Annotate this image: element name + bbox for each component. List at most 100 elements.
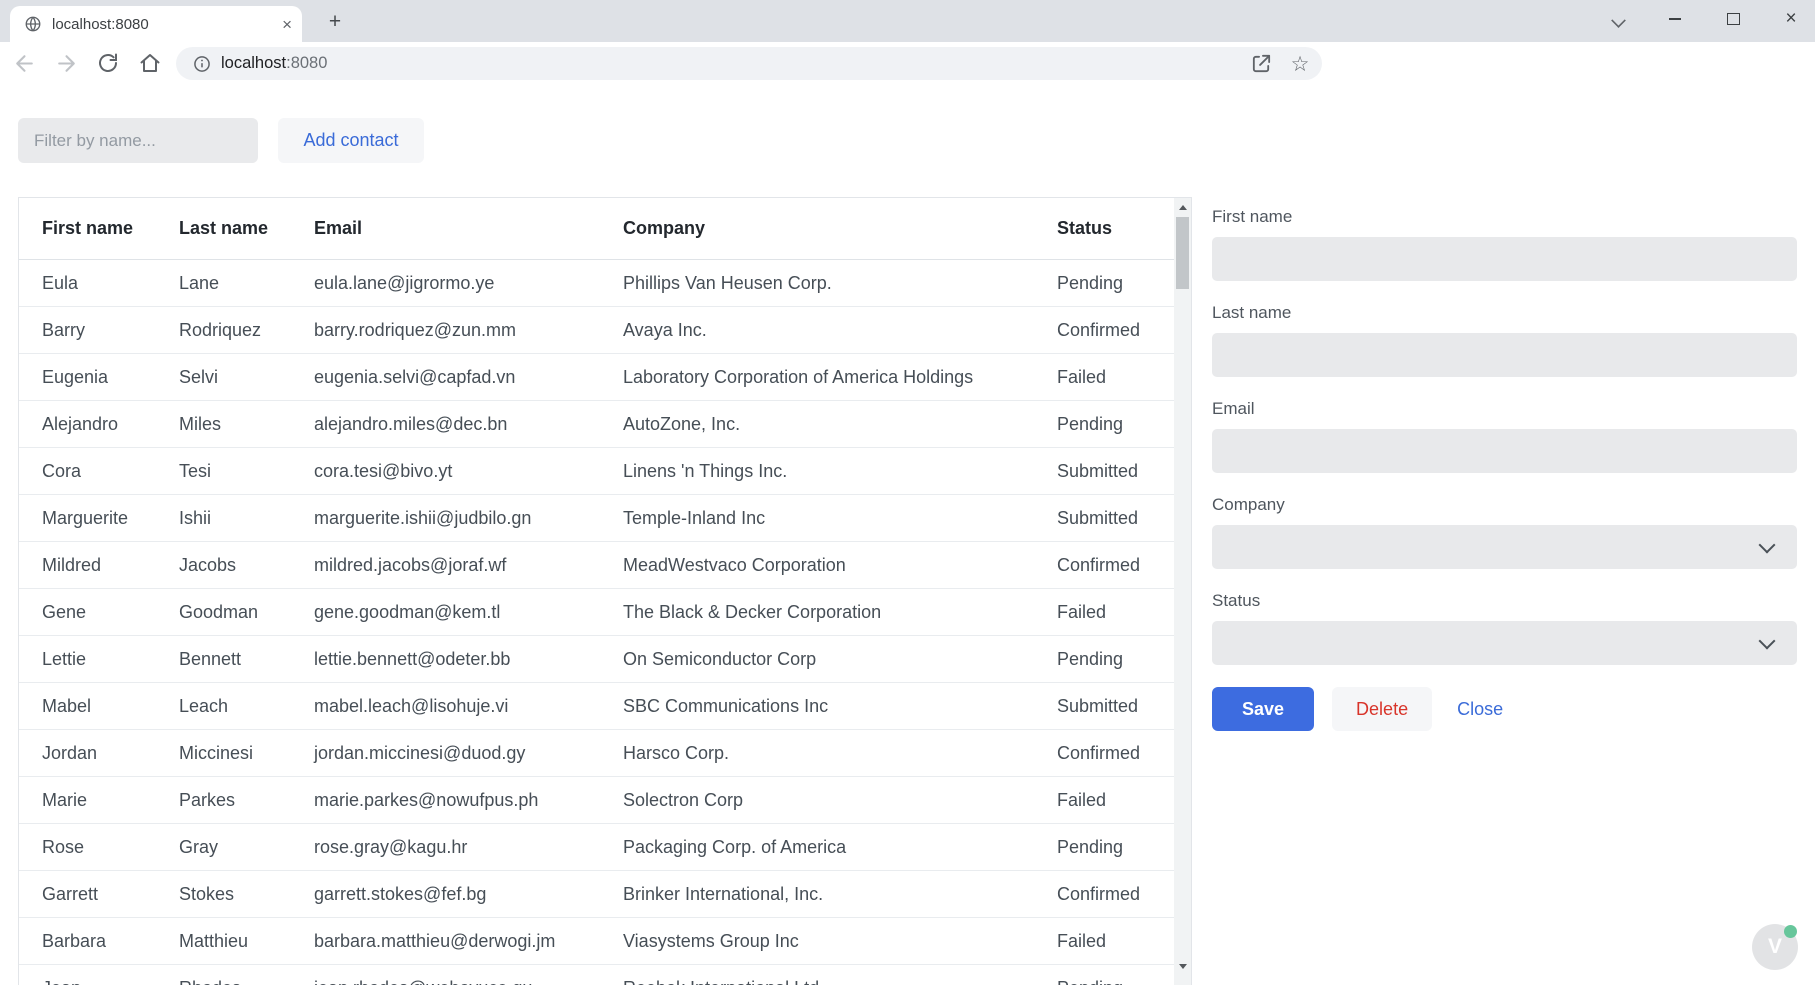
- scrollbar-up-arrow-icon[interactable]: [1179, 205, 1187, 210]
- table-cell: alejandro.miles@dec.bn: [291, 401, 600, 448]
- table-cell: Parkes: [156, 777, 291, 824]
- table-cell: Pending: [1034, 401, 1176, 448]
- scrollbar-down-arrow-icon[interactable]: [1179, 964, 1187, 969]
- new-tab-button[interactable]: +: [322, 9, 348, 35]
- table-cell: Garrett: [19, 871, 156, 918]
- table-cell: SBC Communications Inc: [600, 683, 1034, 730]
- table-cell: On Semiconductor Corp: [600, 636, 1034, 683]
- table-cell: Failed: [1034, 589, 1176, 636]
- first-name-field[interactable]: [1212, 237, 1797, 281]
- table-cell: MeadWestvaco Corporation: [600, 542, 1034, 589]
- address-bar[interactable]: localhost:8080 ☆: [176, 47, 1322, 80]
- table-cell: Pending: [1034, 965, 1176, 985]
- table-cell: Tesi: [156, 448, 291, 495]
- column-header: Email: [291, 198, 600, 260]
- table-cell: Pending: [1034, 824, 1176, 871]
- table-row[interactable]: EulaLaneeula.lane@jigrormo.yePhillips Va…: [19, 260, 1176, 307]
- form-group: Company: [1212, 495, 1797, 569]
- tab-close-icon[interactable]: ×: [282, 16, 292, 33]
- close-button[interactable]: Close: [1457, 687, 1503, 731]
- table-cell: Barbara: [19, 918, 156, 965]
- browser-window: localhost:8080 × + × localhost:80: [0, 0, 1815, 985]
- table-cell: jordan.miccinesi@duod.gy: [291, 730, 600, 777]
- table-cell: Cora: [19, 448, 156, 495]
- table-cell: Alejandro: [19, 401, 156, 448]
- tab-strip: localhost:8080 × + ×: [0, 0, 1815, 42]
- table-row[interactable]: LettieBennettlettie.bennett@odeter.bbOn …: [19, 636, 1176, 683]
- share-icon[interactable]: [1250, 52, 1274, 76]
- chevron-down-icon: [1759, 537, 1776, 554]
- table-cell: Rodriquez: [156, 307, 291, 354]
- vue-logo-glyph: V: [1768, 935, 1782, 959]
- table-cell: Rhodes: [156, 965, 291, 985]
- table-cell: Temple-Inland Inc: [600, 495, 1034, 542]
- url-text: localhost:8080: [221, 54, 327, 73]
- window-maximize-button[interactable]: [1710, 0, 1756, 38]
- table-cell: lettie.bennett@odeter.bb: [291, 636, 600, 683]
- last-name-field[interactable]: [1212, 333, 1797, 377]
- company-select[interactable]: [1212, 525, 1797, 569]
- bookmark-star-icon[interactable]: ☆: [1288, 52, 1312, 76]
- table-row[interactable]: MildredJacobsmildred.jacobs@joraf.wfMead…: [19, 542, 1176, 589]
- table-cell: Confirmed: [1034, 307, 1176, 354]
- table-row[interactable]: JordanMiccinesijordan.miccinesi@duod.gyH…: [19, 730, 1176, 777]
- table-cell: barry.rodriquez@zun.mm: [291, 307, 600, 354]
- table-cell: Lettie: [19, 636, 156, 683]
- table-row[interactable]: CoraTesicora.tesi@bivo.ytLinens 'n Thing…: [19, 448, 1176, 495]
- table-cell: Packaging Corp. of America: [600, 824, 1034, 871]
- scrollbar-thumb[interactable]: [1176, 217, 1189, 289]
- browser-tab[interactable]: localhost:8080 ×: [10, 6, 302, 42]
- table-row[interactable]: MargueriteIshiimarguerite.ishii@judbilo.…: [19, 495, 1176, 542]
- table-cell: Brinker International, Inc.: [600, 871, 1034, 918]
- table-cell: Failed: [1034, 354, 1176, 401]
- table-cell: jean.rhodes@wehovuce.gu: [291, 965, 600, 985]
- field-label: First name: [1212, 207, 1797, 227]
- table-cell: garrett.stokes@fef.bg: [291, 871, 600, 918]
- table-row[interactable]: MabelLeachmabel.leach@lisohuje.viSBC Com…: [19, 683, 1176, 730]
- table-cell: Stokes: [156, 871, 291, 918]
- table-cell: Failed: [1034, 777, 1176, 824]
- tab-title: localhost:8080: [52, 16, 272, 33]
- table-row[interactable]: GeneGoodmangene.goodman@kem.tlThe Black …: [19, 589, 1176, 636]
- table-row[interactable]: GarrettStokesgarrett.stokes@fef.bgBrinke…: [19, 871, 1176, 918]
- table-row[interactable]: EugeniaSelvieugenia.selvi@capfad.vnLabor…: [19, 354, 1176, 401]
- table-row[interactable]: MarieParkesmarie.parkes@nowufpus.phSolec…: [19, 777, 1176, 824]
- table-cell: Pending: [1034, 636, 1176, 683]
- home-icon[interactable]: [138, 51, 164, 77]
- table-cell: Submitted: [1034, 495, 1176, 542]
- page-content: Add contact First nameLast nameEmailComp…: [0, 85, 1815, 985]
- form-group: Last name: [1212, 303, 1797, 377]
- table-cell: Submitted: [1034, 683, 1176, 730]
- table-cell: Eula: [19, 260, 156, 307]
- table-cell: marie.parkes@nowufpus.ph: [291, 777, 600, 824]
- window-minimize-button[interactable]: [1652, 0, 1698, 38]
- table-cell: gene.goodman@kem.tl: [291, 589, 600, 636]
- table-row[interactable]: BarryRodriquezbarry.rodriquez@zun.mmAvay…: [19, 307, 1176, 354]
- tab-search-chevron-icon[interactable]: [1611, 13, 1626, 28]
- table-row[interactable]: AlejandroMilesalejandro.miles@dec.bnAuto…: [19, 401, 1176, 448]
- column-header: Company: [600, 198, 1034, 260]
- table-cell: Goodman: [156, 589, 291, 636]
- filter-input[interactable]: [18, 118, 258, 163]
- back-icon[interactable]: [12, 51, 38, 77]
- column-header: Last name: [156, 198, 291, 260]
- field-label: Status: [1212, 591, 1797, 611]
- table-cell: rose.gray@kagu.hr: [291, 824, 600, 871]
- table-row[interactable]: JeanRhodesjean.rhodes@wehovuce.guReebok …: [19, 965, 1176, 985]
- table-row[interactable]: RoseGrayrose.gray@kagu.hrPackaging Corp.…: [19, 824, 1176, 871]
- table-cell: Viasystems Group Inc: [600, 918, 1034, 965]
- table-cell: Phillips Van Heusen Corp.: [600, 260, 1034, 307]
- status-select[interactable]: [1212, 621, 1797, 665]
- contacts-table-header-row: First nameLast nameEmailCompanyStatus: [19, 198, 1176, 260]
- window-close-button[interactable]: ×: [1768, 0, 1814, 38]
- forward-icon[interactable]: [54, 51, 80, 77]
- site-info-icon[interactable]: [192, 54, 212, 74]
- delete-button[interactable]: Delete: [1332, 687, 1432, 731]
- contact-form-buttons: Save Delete Close: [1212, 687, 1797, 731]
- save-button[interactable]: Save: [1212, 687, 1314, 731]
- email-field[interactable]: [1212, 429, 1797, 473]
- table-scrollbar[interactable]: [1174, 198, 1191, 985]
- add-contact-button[interactable]: Add contact: [278, 118, 424, 163]
- reload-icon[interactable]: [96, 51, 122, 77]
- table-row[interactable]: BarbaraMatthieubarbara.matthieu@derwogi.…: [19, 918, 1176, 965]
